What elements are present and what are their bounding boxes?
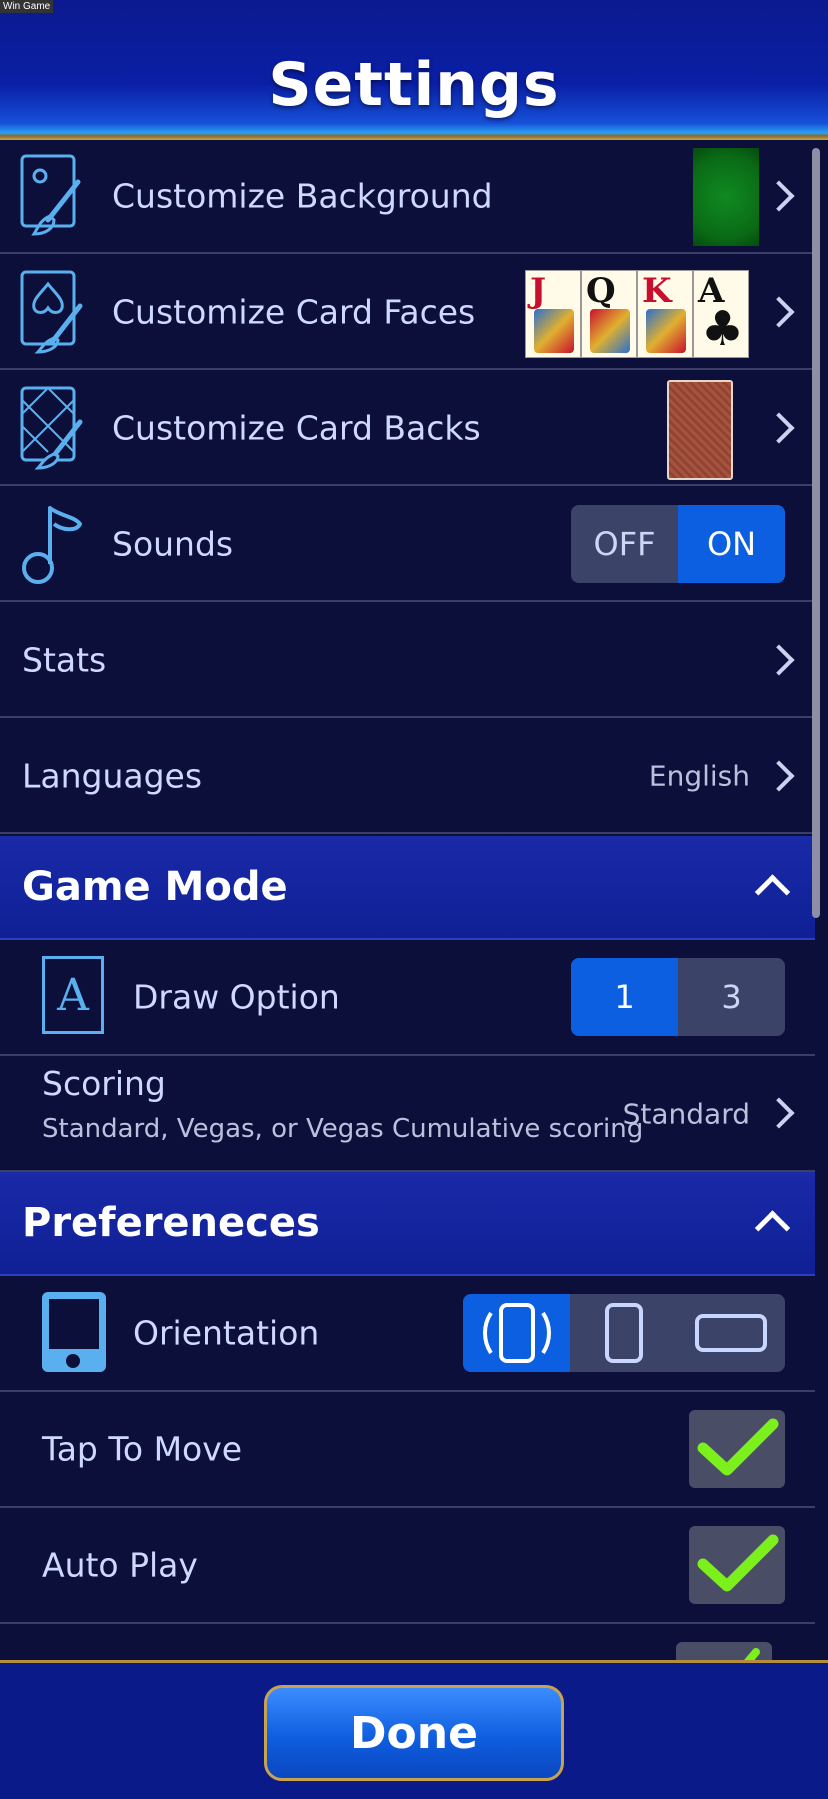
- row-label: Stats: [22, 640, 107, 680]
- chevron-right-icon: [763, 760, 795, 792]
- card-rank: Q: [586, 271, 616, 311]
- paint-brush-icon: [18, 154, 88, 238]
- partial-checkbox[interactable]: [676, 1642, 772, 1660]
- row-customize-card-faces[interactable]: Customize Card Faces J Q K A ♣: [0, 256, 815, 370]
- draw-one-option[interactable]: 1: [571, 958, 678, 1036]
- chevron-right-icon: [763, 296, 795, 328]
- chevron-right-icon: [763, 644, 795, 676]
- row-label: Orientation: [133, 1313, 320, 1353]
- row-customize-card-backs[interactable]: Customize Card Backs: [0, 372, 815, 486]
- section-title: Prefereneces: [22, 1200, 320, 1246]
- card-back-preview: [667, 380, 733, 480]
- checkmark-icon: [697, 1534, 779, 1592]
- portrait-option[interactable]: [570, 1294, 677, 1372]
- tap-to-move-checkbox[interactable]: [689, 1410, 785, 1488]
- done-button[interactable]: Done: [264, 1685, 564, 1781]
- auto-rotate-icon: [482, 1303, 551, 1363]
- card-rank: K: [642, 271, 672, 311]
- chevron-up-icon[interactable]: [754, 1210, 791, 1246]
- checkmark-icon: [697, 1418, 779, 1476]
- row-sounds: Sounds OFF ON: [0, 488, 815, 602]
- settings-list[interactable]: Customize Background Customize Card Face…: [0, 140, 828, 1660]
- auto-rotate-option[interactable]: [463, 1294, 571, 1372]
- section-title: Game Mode: [22, 864, 288, 910]
- row-orientation: Orientation: [0, 1276, 815, 1392]
- chevron-right-icon: [763, 412, 795, 444]
- page-title: Settings: [268, 50, 560, 120]
- landscape-option[interactable]: [678, 1294, 785, 1372]
- landscape-icon: [695, 1314, 768, 1352]
- row-label: Scoring: [42, 1064, 166, 1103]
- section-header-game-mode[interactable]: Game Mode: [0, 836, 815, 940]
- card-back-brush-icon: [18, 386, 88, 470]
- club-icon: ♣: [700, 301, 744, 357]
- row-label: Tap To Move: [42, 1429, 243, 1469]
- row-label: Customize Background: [112, 176, 493, 216]
- letter-a-icon: A: [42, 956, 104, 1034]
- row-label: Customize Card Faces: [112, 292, 476, 332]
- scoring-value: Standard: [622, 1097, 750, 1131]
- language-value: English: [648, 759, 750, 793]
- settings-header: Settings: [0, 0, 828, 140]
- scoring-description: Standard, Vegas, or Vegas Cumulative sco…: [42, 1114, 644, 1144]
- orientation-selector[interactable]: [463, 1294, 785, 1372]
- draw-three-option[interactable]: 3: [678, 958, 785, 1036]
- card-faces-preview: J Q K A ♣: [525, 270, 749, 358]
- draw-option-toggle[interactable]: 1 3: [571, 958, 785, 1036]
- music-note-icon: [18, 502, 88, 586]
- sounds-off-option[interactable]: OFF: [571, 505, 678, 583]
- scrollbar[interactable]: [812, 148, 820, 918]
- row-stats[interactable]: Stats: [0, 604, 815, 718]
- row-label: Draw Option: [133, 977, 340, 1017]
- checkmark-icon: [744, 1648, 760, 1660]
- card-rank: J: [530, 271, 547, 311]
- row-label: Auto Play: [42, 1545, 198, 1585]
- row-customize-background[interactable]: Customize Background: [0, 140, 815, 254]
- chevron-right-icon: [763, 180, 795, 212]
- phone-icon: [42, 1292, 106, 1372]
- row-languages[interactable]: Languages English: [0, 720, 815, 834]
- row-draw-option: A Draw Option 1 3: [0, 940, 815, 1056]
- row-partial: [0, 1624, 815, 1660]
- window-title-label: Win Game: [0, 0, 54, 13]
- sounds-toggle[interactable]: OFF ON: [571, 505, 785, 583]
- row-auto-play: Auto Play: [0, 1508, 815, 1624]
- auto-play-checkbox[interactable]: [689, 1526, 785, 1604]
- chevron-right-icon: [763, 1097, 795, 1129]
- portrait-icon: [604, 1303, 643, 1363]
- row-label: Sounds: [112, 524, 234, 564]
- row-label: Customize Card Backs: [112, 408, 481, 448]
- background-preview: [693, 148, 759, 246]
- chevron-up-icon[interactable]: [754, 874, 791, 910]
- row-scoring[interactable]: Scoring Standard, Vegas, or Vegas Cumula…: [0, 1056, 815, 1172]
- footer-bar: Done: [0, 1660, 828, 1799]
- section-header-preferences[interactable]: Prefereneces: [0, 1172, 815, 1276]
- row-tap-to-move: Tap To Move: [0, 1392, 815, 1508]
- card-brush-icon: [18, 270, 88, 354]
- sounds-on-option[interactable]: ON: [678, 505, 785, 583]
- row-label: Languages: [22, 756, 203, 796]
